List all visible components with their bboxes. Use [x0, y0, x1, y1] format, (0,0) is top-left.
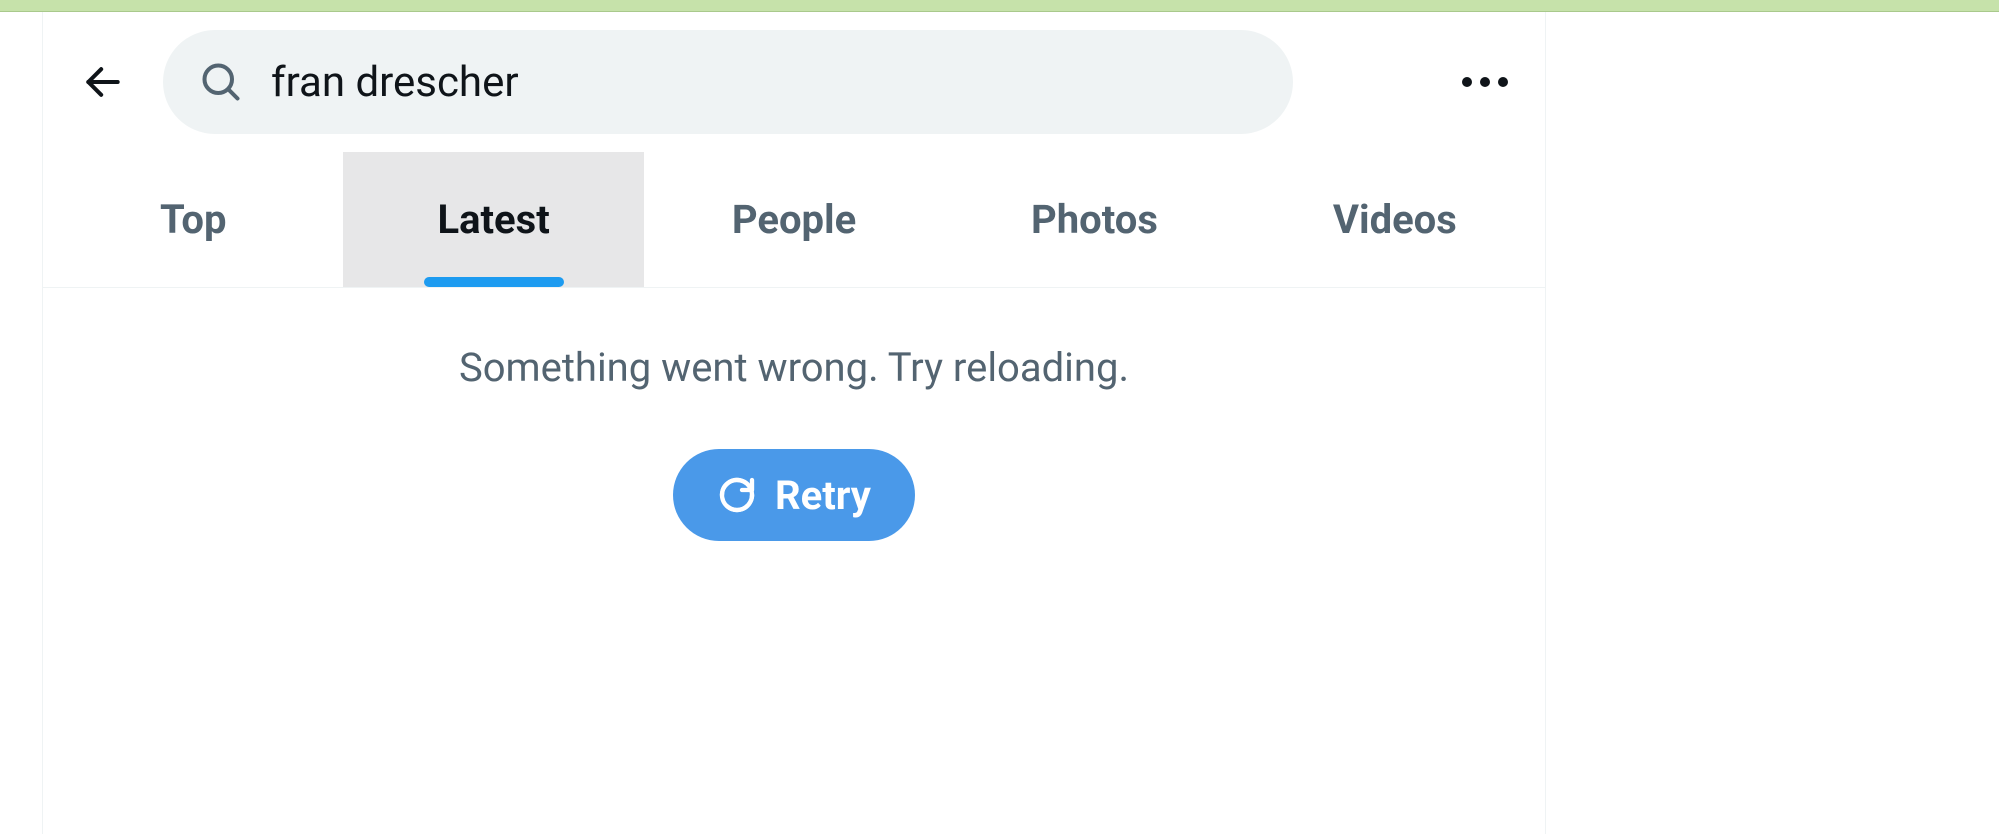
- browser-accent-bar: [0, 0, 1999, 12]
- tab-label: Top: [160, 196, 227, 243]
- retry-label: Retry: [775, 472, 871, 519]
- tab-photos[interactable]: Photos: [944, 152, 1244, 287]
- tab-people[interactable]: People: [644, 152, 944, 287]
- more-options-icon: [1462, 77, 1508, 87]
- tab-top[interactable]: Top: [43, 152, 343, 287]
- tab-label: Videos: [1333, 196, 1457, 243]
- search-field-container[interactable]: [163, 30, 1293, 134]
- search-tabs: Top Latest People Photos Videos: [43, 152, 1545, 288]
- tab-label: Latest: [437, 196, 549, 243]
- tab-label: Photos: [1031, 196, 1158, 243]
- more-options-button[interactable]: [1449, 46, 1521, 118]
- arrow-left-icon: [81, 60, 125, 104]
- reload-icon: [717, 475, 757, 515]
- tab-latest[interactable]: Latest: [343, 152, 643, 287]
- retry-button[interactable]: Retry: [673, 449, 915, 541]
- back-button[interactable]: [67, 46, 139, 118]
- tab-active-indicator: [424, 277, 564, 287]
- tab-videos[interactable]: Videos: [1245, 152, 1545, 287]
- search-icon: [199, 60, 243, 104]
- search-header: [43, 12, 1545, 152]
- main-column: Top Latest People Photos Videos Somethin…: [42, 12, 1546, 834]
- search-input[interactable]: [271, 58, 1257, 107]
- error-message: Something went wrong. Try reloading.: [43, 344, 1545, 391]
- error-state: Something went wrong. Try reloading. Ret…: [43, 288, 1545, 541]
- page-root: Top Latest People Photos Videos Somethin…: [0, 0, 1999, 834]
- tab-label: People: [732, 196, 856, 243]
